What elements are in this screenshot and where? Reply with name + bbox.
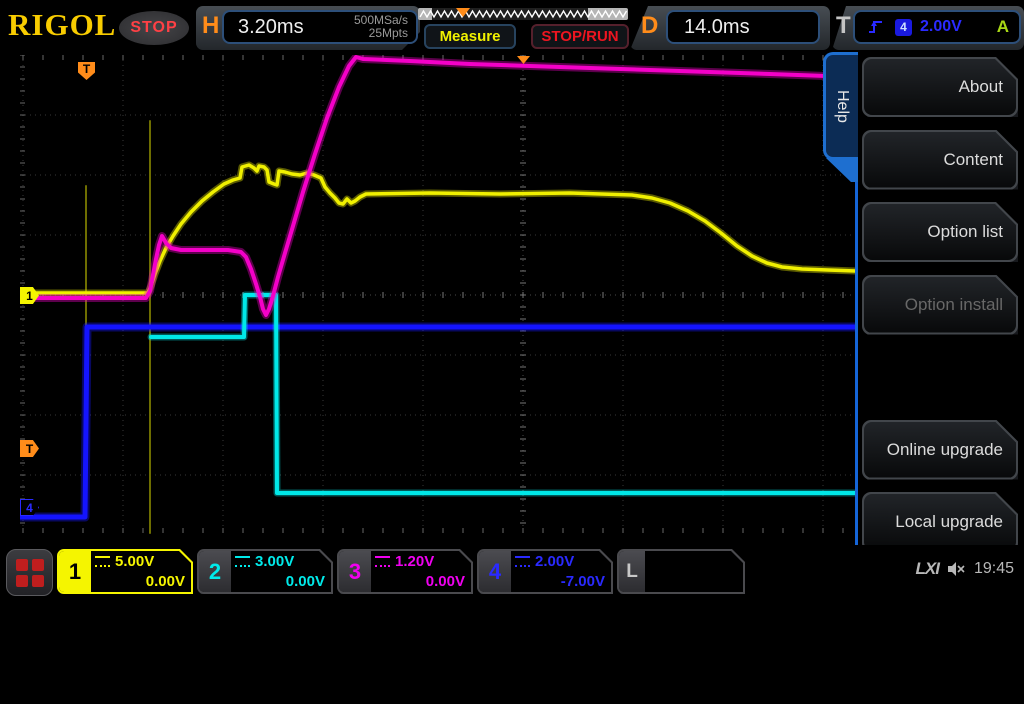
speaker-muted-icon [947, 562, 965, 576]
logic-row-2: 8 9 1011 12131415 [651, 650, 745, 662]
menu-button-content[interactable]: Content [862, 130, 1018, 190]
menu-button-about[interactable]: About [862, 57, 1018, 117]
menu-button-label: Local upgrade [895, 512, 1003, 531]
red-square-icon [15, 558, 28, 571]
timebase-box[interactable]: 3.20ms 500MSa/s 25Mpts [222, 10, 418, 44]
help-menu-tab[interactable]: Help [823, 52, 858, 160]
ch1-yellow [18, 163, 858, 295]
channel-1-offset: 0.00V [145, 573, 185, 590]
timebase-value: 3.20ms [238, 15, 304, 38]
channel-4-offset: -7.00V [560, 573, 605, 590]
measure-button[interactable]: Measure [424, 24, 516, 49]
lxi-badge: LXI [915, 559, 940, 578]
delay-label: D [641, 12, 659, 39]
waveform-display: 1T4T [15, 53, 861, 545]
channel-1-box[interactable]: 1 5.00V 0.00V [57, 549, 193, 594]
channel-4-number: 4 [479, 551, 511, 592]
dc-coupling-icon [375, 556, 390, 567]
channel-4-box[interactable]: 4 2.00V -7.00V [477, 549, 613, 594]
channel-2-scale: 3.00V [255, 553, 295, 570]
delay-box[interactable]: 14.0ms [666, 10, 820, 44]
menu-button-option-install: Option install [862, 275, 1018, 335]
oscilloscope-screen: RIGOL STOP H 3.20ms 500MSa/s 25Mpts Meas… [0, 0, 1024, 600]
channel-4-scale: 2.00V [535, 553, 575, 570]
logic-label: L [619, 551, 645, 592]
help-menu: About Content Option list Option install Onl… [858, 55, 1024, 600]
top-bar: RIGOL STOP H 3.20ms 500MSa/s 25Mpts Meas… [0, 0, 1024, 55]
channel-1-number: 1 [59, 551, 91, 592]
notification-grid-button[interactable] [6, 549, 53, 596]
channel-1-scale: 5.00V [115, 553, 155, 570]
menu-button-label: Option list [927, 222, 1003, 241]
trigger-level-value: 2.00V [920, 18, 962, 35]
channel-3-number: 3 [339, 551, 371, 592]
menu-button-label: Online upgrade [886, 439, 1003, 459]
menu-button-online-upgrade[interactable]: Online upgrade [862, 420, 1018, 480]
horizontal-label: H [202, 12, 220, 39]
bottom-bar: 1 5.00V 0.00V 2 3.00V 0.00V 3 1.20V 0.00V 4 2.00V -… [0, 545, 1024, 600]
delay-value: 14.0ms [684, 15, 750, 38]
trigger-label: T [836, 12, 851, 39]
trigger-box[interactable]: 4 2.00V A [853, 10, 1021, 44]
help-tab-label: Help [834, 89, 851, 123]
memory-depth: 25Mpts [368, 26, 408, 40]
logic-analyzer-box[interactable]: L 0 1 2 3 4 5 6 7 8 9 1011 12131415 [617, 549, 745, 594]
menu-button-local-upgrade[interactable]: Local upgrade [862, 492, 1018, 552]
channel-2-number: 2 [199, 551, 231, 592]
channel-3-scale: 1.20V [395, 553, 435, 570]
menu-button-label: Content [943, 149, 1003, 169]
red-square-icon [15, 574, 28, 587]
memory-position-bar[interactable] [418, 8, 628, 20]
channel-3-box[interactable]: 3 1.20V 0.00V [337, 549, 473, 594]
menu-button-option-list[interactable]: Option list [862, 202, 1018, 262]
rigol-logo: RIGOL [8, 7, 117, 42]
dc-coupling-icon [235, 556, 250, 567]
trigger-source-badge: 4 [895, 18, 912, 36]
red-square-icon [31, 558, 44, 571]
dc-coupling-icon [95, 556, 110, 567]
trigger-sweep-mode: A [996, 17, 1009, 36]
waveform-plot [15, 53, 861, 534]
channel-3-offset: 0.00V [425, 573, 465, 590]
menu-button-label: Option install [904, 294, 1003, 314]
channel-2-box[interactable]: 2 3.00V 0.00V [197, 549, 333, 594]
red-square-icon [31, 574, 44, 587]
memory-zigzag [419, 9, 628, 19]
dc-coupling-icon [515, 556, 530, 567]
ch1-yellow-glow [16, 161, 860, 297]
edge-trigger-icon [869, 21, 882, 33]
channel-2-offset: 0.00V [285, 573, 325, 590]
run-state-badge: STOP [119, 11, 189, 45]
clock: 19:45 [973, 560, 1014, 577]
stop-run-button[interactable]: STOP/RUN [531, 24, 629, 49]
menu-button-label: About [958, 77, 1003, 96]
